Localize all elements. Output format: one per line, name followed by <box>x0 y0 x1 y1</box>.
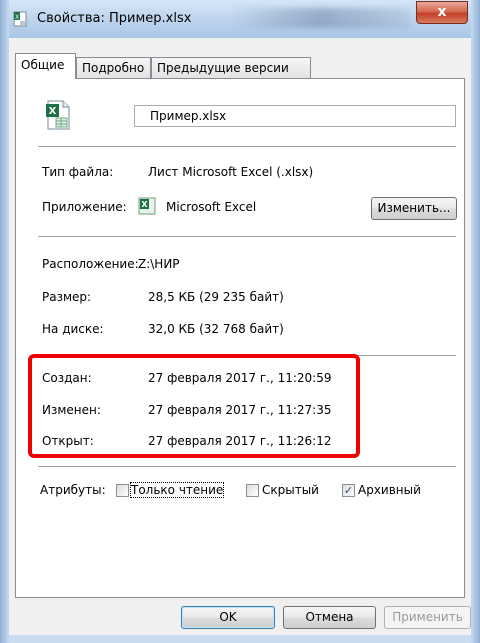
readonly-checkbox[interactable] <box>116 484 129 497</box>
change-app-button[interactable]: Изменить... <box>371 197 457 220</box>
separator <box>38 466 456 468</box>
tab-general[interactable]: Общие <box>15 53 76 79</box>
disk-size-label: На диске: <box>42 322 104 336</box>
readonly-checkbox-label[interactable]: Только чтение <box>129 482 225 498</box>
disk-size-value: 32,0 КБ (32 768 байт) <box>148 322 284 336</box>
close-button[interactable]: x <box>416 1 468 24</box>
ok-button[interactable]: OK <box>181 606 275 629</box>
hidden-checkbox-label[interactable]: Скрытый <box>262 483 319 497</box>
size-value: 28,5 КБ (29 235 байт) <box>148 290 284 304</box>
frame-left <box>0 0 9 643</box>
separator <box>38 146 456 148</box>
title-bar-blur <box>230 8 410 28</box>
file-name-input[interactable]: Пример.xlsx <box>134 105 456 127</box>
location-value: Z:\НИР <box>138 257 180 271</box>
location-label: Расположение: <box>42 257 139 271</box>
archive-checkbox[interactable]: ✓ <box>342 484 355 497</box>
separator <box>38 236 456 238</box>
window-title: Свойства: Пример.xlsx <box>37 11 192 26</box>
file-type-label: Тип файла: <box>42 165 114 179</box>
svg-text:X: X <box>15 14 19 21</box>
dates-highlight-box <box>28 354 360 458</box>
tab-previous-versions[interactable]: Предыдущие версии <box>151 57 311 78</box>
svg-text:X: X <box>49 106 57 117</box>
size-label: Размер: <box>42 290 92 304</box>
title-bar[interactable]: X Свойства: Пример.xlsx x <box>0 0 480 38</box>
file-type-value: Лист Microsoft Excel (.xlsx) <box>148 165 314 179</box>
apply-button[interactable]: Применить <box>384 606 471 629</box>
app-label: Приложение: <box>42 200 127 214</box>
frame-right <box>471 0 480 643</box>
hidden-checkbox[interactable] <box>246 484 259 497</box>
archive-checkbox-label[interactable]: Архивный <box>358 483 421 497</box>
checkmark-icon: ✓ <box>343 484 354 497</box>
svg-text:X: X <box>141 200 148 209</box>
general-tab-panel <box>15 78 465 598</box>
attributes-label: Атрибуты: <box>40 483 106 497</box>
excel-app-small-icon: X <box>138 197 156 215</box>
cancel-button[interactable]: Отмена <box>283 606 376 629</box>
excel-app-icon: X <box>13 11 27 27</box>
app-value: Microsoft Excel <box>166 200 257 214</box>
excel-file-icon: X <box>46 100 70 130</box>
tab-details[interactable]: Подробно <box>76 57 151 78</box>
